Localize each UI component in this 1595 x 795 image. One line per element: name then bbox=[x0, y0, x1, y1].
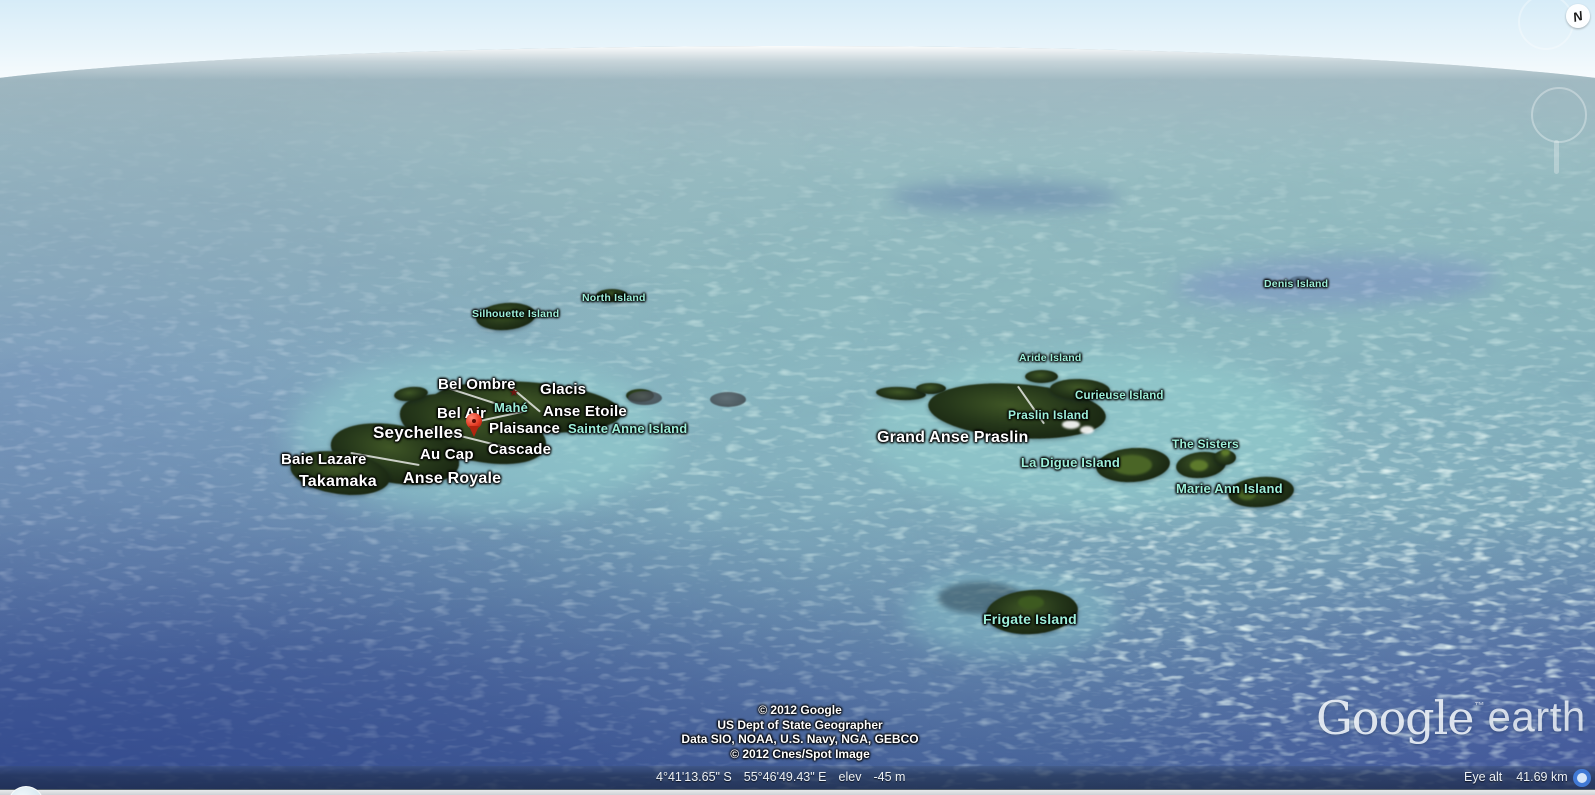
place-label-cascade[interactable]: Cascade bbox=[488, 441, 551, 458]
attribution-line: Data SIO, NOAA, U.S. Navy, NGA, GEBCO bbox=[681, 732, 918, 747]
island-label-la-digue[interactable]: La Digue Island bbox=[1021, 455, 1120, 470]
cloud bbox=[1080, 426, 1094, 434]
map-attribution: © 2012 Google US Dept of State Geographe… bbox=[681, 703, 918, 761]
attribution-line: US Dept of State Geographer bbox=[681, 718, 918, 733]
island-label-silhouette[interactable]: Silhouette Island bbox=[472, 308, 559, 320]
place-label-glacis[interactable]: Glacis bbox=[540, 381, 586, 398]
place-label-takamaka[interactable]: Takamaka bbox=[299, 473, 377, 491]
island-label-sainte-anne[interactable]: Sainte Anne Island bbox=[568, 421, 687, 436]
eye-altitude: Eye alt 41.69 km bbox=[1464, 770, 1582, 784]
pointer-coordinates: 4°41'13.65" S 55°46'49.43" E elev -45 m bbox=[656, 770, 917, 784]
island-label-curieuse[interactable]: Curieuse Island bbox=[1075, 390, 1164, 402]
elevation-value: -45 m bbox=[873, 770, 905, 784]
compass-north-button[interactable]: N bbox=[1566, 4, 1590, 28]
status-bar: 4°41'13.65" S 55°46'49.43" E elev -45 m … bbox=[0, 766, 1595, 789]
google-earth-logo: Google ™ earth bbox=[1316, 694, 1586, 742]
horizon-haze bbox=[0, 46, 1595, 80]
longitude-value: 55°46'49.43" E bbox=[744, 770, 827, 784]
compass-n-icon: N bbox=[1572, 8, 1585, 25]
place-label-seychelles[interactable]: Seychelles bbox=[373, 423, 463, 443]
island-label-aride[interactable]: Aride Island bbox=[1019, 352, 1082, 364]
latitude-value: 4°41'13.65" S bbox=[656, 770, 732, 784]
attribution-line: © 2012 Cnes/Spot Image bbox=[681, 747, 918, 762]
reef-patch bbox=[710, 392, 746, 407]
reef-streak bbox=[890, 182, 1120, 212]
place-label-plaisance[interactable]: Plaisance bbox=[489, 420, 560, 437]
place-label-anse-royale[interactable]: Anse Royale bbox=[403, 470, 501, 488]
island-label-marie-ann[interactable]: Marie Ann Island bbox=[1176, 481, 1283, 496]
logo-earth-text: earth bbox=[1488, 694, 1586, 740]
google-earth-window: Bel Ombre Glacis Bel Air Anse Etoile Sey… bbox=[0, 0, 1595, 795]
elevation-label: elev bbox=[839, 770, 862, 784]
eye-alt-value: 41.69 km bbox=[1516, 770, 1567, 784]
zoom-slider[interactable] bbox=[1554, 140, 1559, 174]
denis-shallow-streak bbox=[1174, 252, 1495, 311]
terrain-layer bbox=[0, 0, 1595, 795]
capital-star-icon[interactable]: ★ bbox=[509, 386, 519, 399]
logo-tm-mark: ™ bbox=[1475, 701, 1485, 712]
sisters-vegetation bbox=[1190, 460, 1208, 471]
streaming-indicator-icon bbox=[1573, 769, 1591, 787]
island-label-the-sisters[interactable]: The Sisters bbox=[1172, 437, 1239, 451]
island-label-frigate[interactable]: Frigate Island bbox=[983, 611, 1077, 627]
place-label-bel-ombre[interactable]: Bel Ombre bbox=[438, 376, 516, 393]
frigate-vegetation bbox=[1018, 596, 1044, 609]
place-label-grand-anse-praslin[interactable]: Grand Anse Praslin bbox=[877, 429, 1029, 447]
eye-alt-label: Eye alt bbox=[1464, 770, 1502, 784]
placemark-pin[interactable] bbox=[466, 413, 482, 429]
move-joystick-control[interactable] bbox=[1531, 87, 1587, 143]
reef-patch bbox=[628, 391, 662, 405]
attribution-line: © 2012 Google bbox=[681, 703, 918, 718]
window-bottom-edge bbox=[0, 789, 1595, 795]
place-label-au-cap[interactable]: Au Cap bbox=[420, 446, 474, 463]
island-label-praslin[interactable]: Praslin Island bbox=[1008, 408, 1089, 422]
earth-viewport[interactable]: Bel Ombre Glacis Bel Air Anse Etoile Sey… bbox=[0, 0, 1595, 795]
island-label-north[interactable]: North Island bbox=[582, 292, 646, 304]
island-label-denis[interactable]: Denis Island bbox=[1264, 278, 1328, 290]
place-label-anse-etoile[interactable]: Anse Etoile bbox=[543, 403, 627, 420]
island-label-mahe[interactable]: Mahé bbox=[494, 400, 528, 415]
logo-google-text: Google bbox=[1316, 694, 1474, 742]
place-label-baie-lazare[interactable]: Baie Lazare bbox=[281, 451, 367, 468]
aride-terrain bbox=[1025, 370, 1058, 383]
